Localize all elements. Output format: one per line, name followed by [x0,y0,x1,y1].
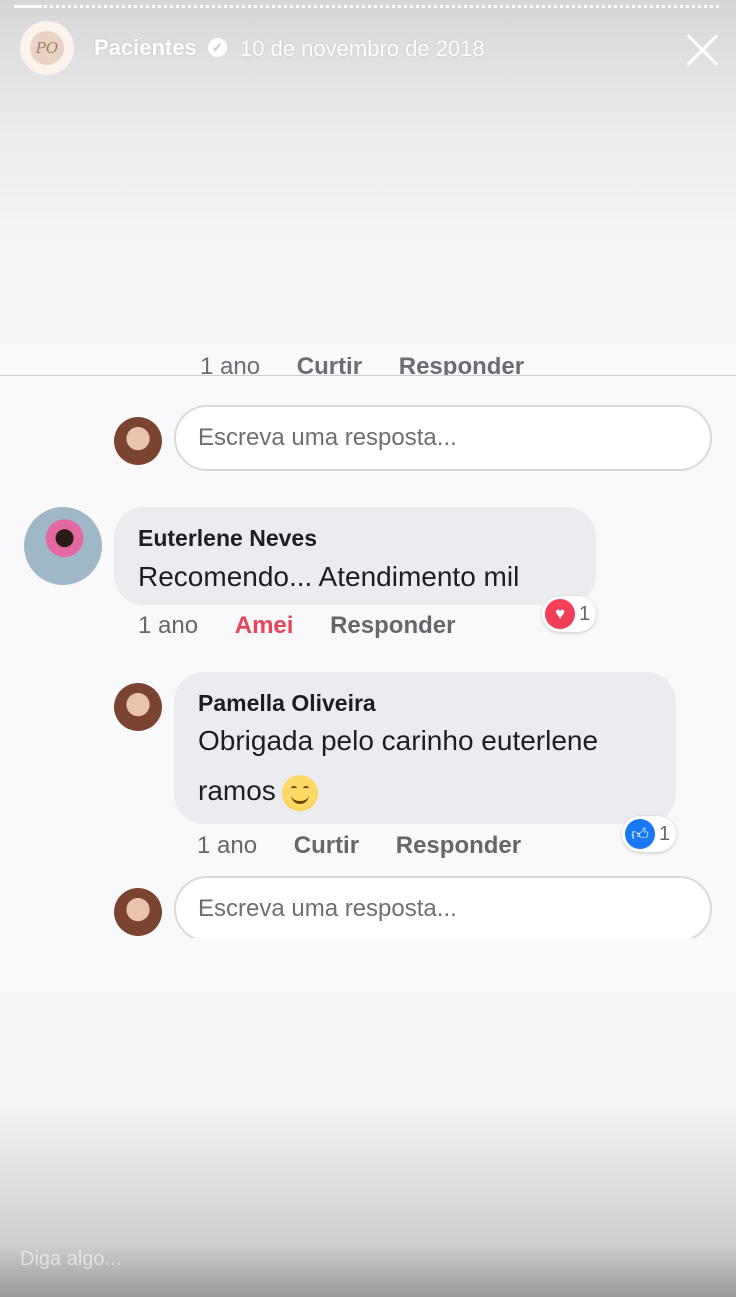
comment-reply-label: Responder [330,612,456,639]
account-avatar-monogram: PO [30,31,64,65]
reply-author: Pamella Oliveira [198,690,376,716]
commenter-avatar [24,507,102,585]
reply-time: 1 ano [197,832,258,859]
comment-time: 1 ano [138,612,199,639]
cut-reply: Responder [398,357,525,375]
reply-reaction-number: 1 [659,822,671,845]
comment-text: Recomendo... Atendimento mil [138,561,520,592]
reply-avatar-1 [114,417,162,465]
reply-reaction-count: 👍︎ 1 [622,816,677,852]
comment-reaction-count: ♥ 1 [542,596,597,632]
reply-text-line2-wrap: ramos [198,766,318,816]
account-name[interactable]: Pacientes [94,35,197,61]
comment-loved-label: Amei [234,612,294,639]
comment-reaction-number: 1 [579,602,591,625]
story-date: 10 de novembro de 2018 [240,36,485,61]
divider [0,375,736,376]
account-avatar[interactable]: PO [20,21,74,75]
cut-time: 1 ano [200,357,261,375]
verified-badge-icon: ✓ [208,38,227,57]
reply-like-label: Curtir [293,832,360,859]
reply-bubble: Pamella Oliveira Obrigada pelo carinho e… [174,672,676,824]
reply-actions: 1 ano Curtir Responder [197,832,521,860]
reply-input-1: Escreva uma resposta... [174,405,712,471]
story-progress-bar [14,5,722,8]
reply-author-avatar [114,683,162,731]
send-message-input[interactable]: Diga algo... [20,1248,121,1271]
heart-icon: ♥ [545,599,575,629]
reply-text-line2: ramos [198,775,276,806]
comment-actions: 1 ano Amei Responder [138,612,455,640]
cut-like: Curtir [296,357,363,375]
reply-text-line1: Obrigada pelo carinho euterlene [198,725,599,756]
like-icon: 👍︎ [625,819,655,849]
comment-bubble: Euterlene Neves Recomendo... Atendimento… [114,507,596,605]
comment-author: Euterlene Neves [138,525,317,551]
smiling-face-emoji-icon [281,774,318,811]
reply-avatar-2 [114,888,162,936]
close-icon[interactable] [684,31,720,67]
story-progress-fill [14,5,42,8]
reply-input-2: Escreva uma resposta... [174,876,712,938]
cut-comment-actions: 1 ano Curtir Responder [200,357,554,375]
story-bottom-area [0,938,736,1297]
reply-reply-label: Responder [395,832,522,859]
facebook-comments-screenshot: 1 ano Curtir Responder Escreva uma respo… [0,355,736,938]
